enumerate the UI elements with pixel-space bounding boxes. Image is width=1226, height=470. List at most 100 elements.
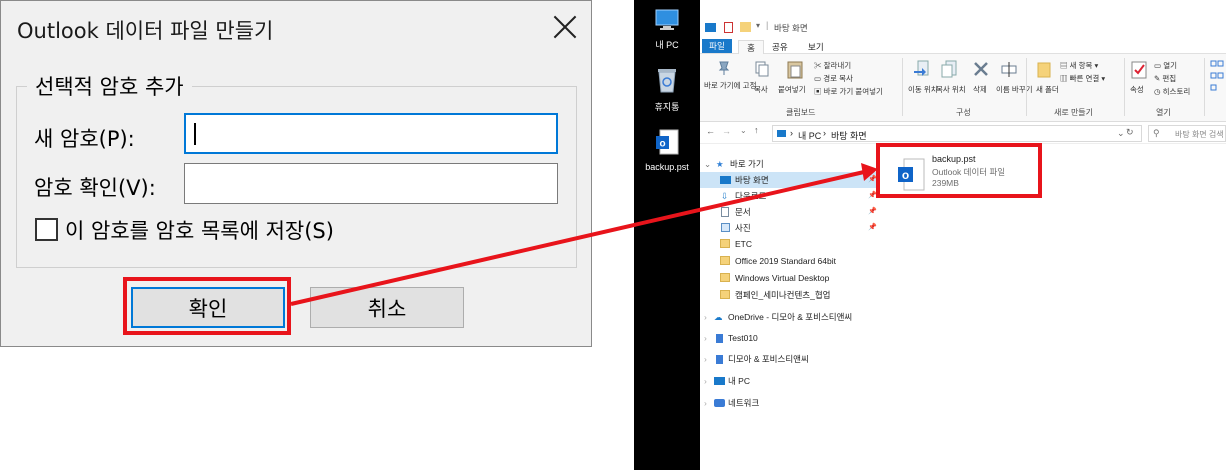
nav-root-network[interactable]: › 네트워크 — [700, 395, 878, 411]
desktop-icon-recycle-bin[interactable]: 휴지통 — [634, 66, 700, 113]
copy-path-button[interactable]: ▭ 경로 복사 — [814, 73, 853, 84]
rename-button[interactable]: 이름 바꾸기 — [996, 84, 1033, 95]
organize-group-label: 구성 — [956, 108, 971, 117]
cancel-button[interactable]: 취소 — [310, 287, 464, 328]
desktop-area: 내 PC 휴지통 o backup.pst — [634, 0, 700, 470]
refresh-icon[interactable]: ↻ — [1126, 127, 1134, 138]
address-dropdown-icon[interactable]: ⌄ — [1117, 128, 1125, 139]
ribbon-separator — [1204, 58, 1205, 116]
pin-to-quick-access-button[interactable]: 바로 가기에 고정 — [704, 80, 756, 91]
nav-label: ETC — [735, 239, 752, 249]
forward-arrow-icon[interactable]: → — [722, 126, 731, 136]
group-title: 선택적 암호 추가 — [27, 71, 192, 101]
nav-label: 사진 — [735, 223, 751, 233]
address-bar[interactable]: › 내 PC › 바탕 화면 ⌄ — [772, 125, 1142, 142]
tab-share[interactable]: 공유 — [772, 40, 788, 54]
breadcrumb-my-pc[interactable]: 내 PC — [798, 129, 821, 142]
nav-label: 바로 가기 — [730, 159, 764, 169]
navigation-pane: ⌄ ★ 바로 가기 바탕 화면 📌 ⇩ 다운로드 📌 문서 📌 사진 📌 ETC — [700, 148, 878, 470]
download-icon: ⇩ — [721, 191, 729, 201]
nav-item-desktop[interactable]: 바탕 화면 📌 — [700, 172, 878, 188]
folder-icon — [720, 256, 730, 265]
expand-chevron-icon: › — [704, 312, 707, 322]
new-item-button[interactable]: ▤ 새 항목 ▾ — [1060, 60, 1098, 71]
open-label: 열기 — [1163, 61, 1177, 70]
history-button[interactable]: ◷ 히스토리 — [1154, 86, 1190, 97]
breadcrumb-desktop[interactable]: 바탕 화면 — [831, 129, 867, 142]
nav-item-downloads[interactable]: ⇩ 다운로드 📌 — [700, 188, 878, 204]
properties-button[interactable]: 속성 — [1130, 84, 1144, 95]
edit-button[interactable]: ✎ 편집 — [1154, 73, 1176, 84]
tab-view[interactable]: 보기 — [808, 40, 824, 54]
pinned-icon: 📌 — [868, 224, 877, 231]
paste-icon — [787, 61, 803, 79]
expand-chevron-icon: › — [704, 376, 707, 386]
confirm-password-field[interactable] — [184, 163, 558, 204]
cut-label: 잘라내기 — [823, 61, 852, 70]
desktop-icon-my-pc[interactable]: 내 PC — [634, 8, 700, 51]
open-button[interactable]: ▭ 열기 — [1154, 60, 1177, 71]
nav-root-test010[interactable]: › Test010 — [700, 330, 878, 346]
back-arrow-icon[interactable]: ← — [706, 126, 715, 136]
nav-item-pictures[interactable]: 사진 📌 — [700, 220, 878, 236]
easy-access-button[interactable]: ▥ 빠른 연결 ▾ — [1060, 73, 1105, 84]
quick-access-dropdown-icon[interactable]: ▾ — [756, 21, 760, 30]
move-to-button[interactable]: 이동 위치 — [908, 84, 938, 95]
desktop-icon-backup-pst[interactable]: o backup.pst — [634, 128, 700, 172]
explorer-titlebar: ▾ | 바탕 화면 — [700, 18, 1226, 38]
copy-icon — [755, 61, 769, 77]
new-folder-icon — [1037, 62, 1051, 78]
paste-shortcut-button[interactable]: ▣ 바로 가기 붙여넣기 — [814, 86, 883, 97]
cut-button[interactable]: ✂ 잘라내기 — [814, 60, 851, 71]
nav-item-campaign-seminar[interactable]: 캠페인_세미나컨텐츠_협업 — [700, 287, 878, 303]
address-row: ← → ⌄ ↑ › 내 PC › 바탕 화면 ⌄ ↻ ⚲ 바탕 화면 검색 — [700, 122, 1226, 144]
ribbon: 바로 가기에 고정 복사 붙여넣기 ✂ 잘라내기 ▭ 경로 복사 ▣ 바로 가기… — [700, 54, 1226, 122]
new-folder-quick-icon[interactable] — [740, 22, 751, 32]
nav-quick-access[interactable]: ⌄ ★ 바로 가기 — [700, 156, 878, 172]
desktop-icon-label: backup.pst — [645, 162, 689, 172]
nav-root-onedrive[interactable]: › ☁ OneDrive - 디모아 & 포비스티앤씨 — [700, 309, 878, 325]
edit-label: 편집 — [1162, 74, 1177, 83]
ribbon-separator — [1026, 58, 1027, 116]
paste-button[interactable]: 붙여넣기 — [778, 84, 806, 95]
ribbon-separator — [1124, 58, 1125, 116]
delete-button[interactable]: 삭제 — [973, 84, 987, 95]
open-icon: ▭ — [1154, 61, 1162, 70]
select-grid-icon — [1210, 60, 1224, 91]
nav-item-windows-virtual-desktop[interactable]: Windows Virtual Desktop — [700, 270, 878, 286]
text-caret — [194, 123, 196, 145]
pc-small-icon — [777, 130, 786, 137]
nav-item-etc[interactable]: ETC — [700, 236, 878, 252]
shortcut-icon: ▣ — [814, 87, 822, 96]
copy-button[interactable]: 복사 — [754, 84, 768, 95]
expand-chevron-icon: ⌄ — [704, 159, 712, 169]
nav-item-documents[interactable]: 문서 📌 — [700, 204, 878, 220]
tab-file[interactable]: 파일 — [702, 39, 732, 53]
history-icon: ◷ — [1154, 87, 1161, 96]
close-icon[interactable] — [551, 13, 579, 41]
save-password-checkbox[interactable] — [35, 218, 58, 241]
properties-icon[interactable] — [724, 22, 733, 33]
new-group-label: 새로 만들기 — [1054, 108, 1094, 117]
new-folder-button[interactable]: 새 폴더 — [1036, 84, 1059, 95]
nav-root-dimoa[interactable]: › 디모아 & 포비스티앤씨 — [700, 351, 878, 367]
recent-dropdown-icon[interactable]: ⌄ — [740, 126, 747, 135]
expand-chevron-icon: › — [704, 333, 707, 343]
password-field[interactable] — [184, 113, 558, 154]
search-field[interactable]: ⚲ 바탕 화면 검색 — [1148, 125, 1226, 142]
nav-root-my-pc[interactable]: › 내 PC — [700, 373, 878, 389]
dialog-title: Outlook 데이터 파일 만들기 — [17, 19, 274, 43]
copy-to-button[interactable]: 복사 위치 — [936, 84, 966, 95]
outlook-data-file-dialog: Outlook 데이터 파일 만들기 선택적 암호 추가 새 암호(P): 암호… — [0, 0, 592, 347]
up-arrow-icon[interactable]: ↑ — [754, 125, 759, 135]
tab-home[interactable]: 홈 — [738, 40, 764, 54]
easy-access-label: 빠른 연결 — [1069, 74, 1100, 83]
pin-icon — [718, 61, 730, 75]
nav-item-office-2019[interactable]: Office 2019 Standard 64bit — [700, 253, 878, 269]
new-item-icon: ▤ — [1060, 61, 1068, 70]
pinned-icon: 📌 — [868, 208, 877, 215]
desktop-folder-icon — [720, 176, 731, 184]
scissors-icon: ✂ — [814, 61, 822, 70]
properties-check-icon — [1131, 61, 1147, 79]
nav-label: Office 2019 Standard 64bit — [735, 256, 836, 266]
